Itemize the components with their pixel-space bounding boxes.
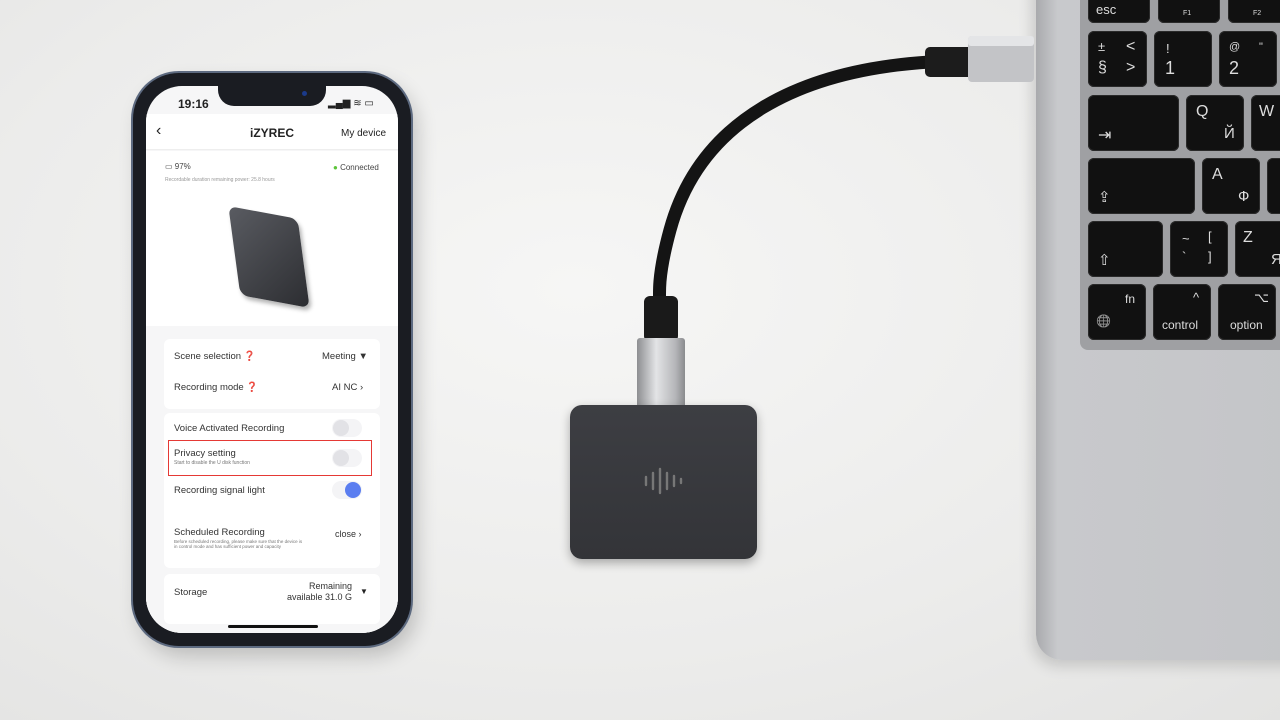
settings-card-recording: Voice Activated Recording Privacy settin… (164, 413, 380, 568)
usb-c-connector (637, 338, 685, 408)
app-screen: 19:16 ▂▄▆ ≋ ▭ ‹ iZYREC My device ▭ 97% ●… (146, 86, 398, 633)
connection-text: Connected (340, 163, 379, 172)
privacy-setting-sub: Start to disable the U disk function (174, 460, 250, 466)
recording-mode-label: Recording mode ❓ (174, 382, 259, 393)
home-indicator (228, 625, 318, 628)
nav-header: ‹ iZYREC My device (146, 114, 398, 150)
voice-activated-label: Voice Activated Recording (174, 423, 285, 434)
settings-card-storage: Storage Remaining available 31.0 G ▼ (164, 574, 380, 624)
back-icon[interactable]: ‹ (156, 122, 161, 140)
storage-value: Remaining available 31.0 G (286, 581, 352, 602)
battery-level: ▭ 97% (165, 162, 191, 171)
caret-down-icon: ▼ (358, 351, 368, 362)
scene-selection-label: Scene selection ❓ (174, 351, 256, 362)
signal-wifi-battery-icons: ▂▄▆ ≋ ▭ (328, 98, 374, 109)
help-icon: ❓ (243, 351, 256, 362)
recording-mode-link[interactable]: AI NC › (332, 382, 363, 393)
status-time: 19:16 (178, 97, 209, 111)
signal-light-toggle[interactable] (332, 481, 362, 499)
help-icon: ❓ (246, 382, 259, 393)
connection-status: ● Connected (333, 163, 379, 172)
settings-card-mode: Scene selection ❓ Meeting ▼ Recording mo… (164, 339, 380, 409)
notch (218, 86, 326, 106)
caret-down-icon[interactable]: ▼ (360, 587, 368, 596)
signal-light-label: Recording signal light (174, 485, 265, 496)
battery-text: 97% (174, 162, 191, 171)
camera (302, 91, 307, 96)
privacy-setting-label: Privacy setting (174, 448, 236, 459)
voice-activated-toggle[interactable] (332, 419, 362, 437)
storage-label: Storage (174, 587, 208, 598)
scheduled-recording-sub: Before scheduled recording, please make … (174, 539, 303, 549)
chevron-right-icon: › (358, 529, 362, 539)
scheduled-recording-link[interactable]: close › (335, 529, 362, 539)
scene-selection-dropdown[interactable]: Meeting ▼ (322, 351, 368, 362)
privacy-setting-toggle[interactable] (332, 449, 362, 467)
my-device-link[interactable]: My device (341, 128, 386, 139)
sound-wave-logo-icon (644, 467, 683, 495)
remaining-duration: Recordable duration remaining power: 25.… (165, 177, 275, 183)
scheduled-recording-label: Scheduled Recording (174, 527, 265, 538)
recorder-device (570, 405, 757, 559)
chevron-right-icon: › (359, 382, 364, 393)
app-title: iZYREC (250, 126, 295, 140)
phone: 19:16 ▂▄▆ ≋ ▭ ‹ iZYREC My device ▭ 97% ●… (133, 73, 411, 646)
